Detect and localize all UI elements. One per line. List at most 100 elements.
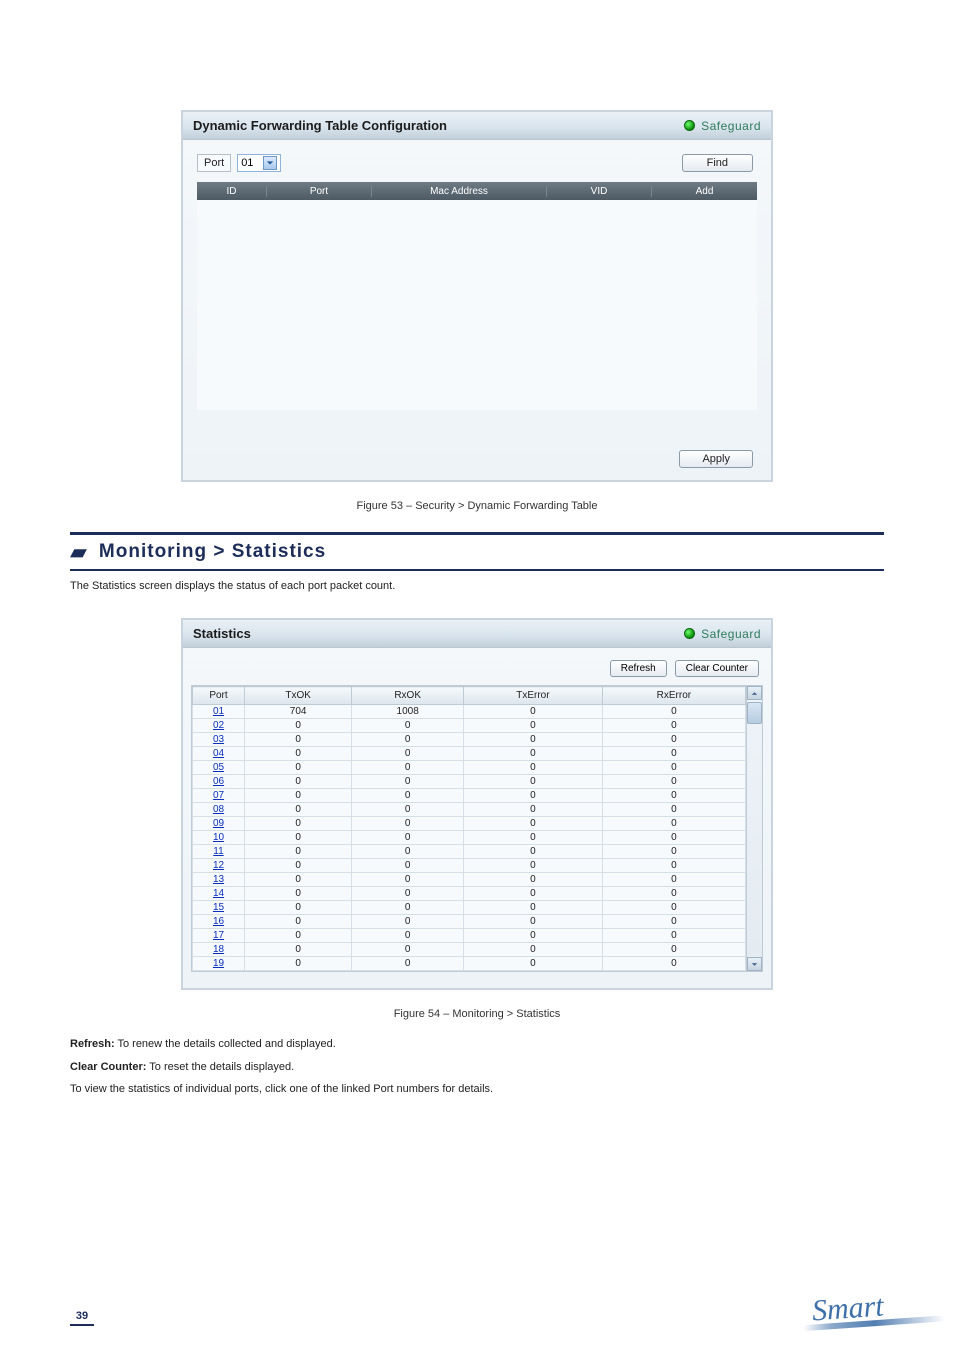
section-title: Monitoring > Statistics — [99, 541, 326, 563]
port-link[interactable]: 14 — [213, 888, 224, 899]
panel-header: Dynamic Forwarding Table Configuration S… — [183, 112, 771, 140]
cell-port[interactable]: 13 — [193, 873, 245, 887]
port-link[interactable]: 09 — [213, 818, 224, 829]
table-row: 030000 — [193, 733, 746, 747]
safeguard-dot-icon — [684, 120, 695, 131]
port-link[interactable]: 06 — [213, 776, 224, 787]
find-button[interactable]: Find — [682, 154, 753, 172]
cell-port[interactable]: 02 — [193, 719, 245, 733]
cell-txerr: 0 — [464, 915, 603, 929]
cell-txerr: 0 — [464, 845, 603, 859]
table-row: 140000 — [193, 887, 746, 901]
cell-txok: 0 — [245, 719, 352, 733]
cell-txerr: 0 — [464, 817, 603, 831]
cell-port[interactable]: 03 — [193, 733, 245, 747]
cell-txerr: 0 — [464, 705, 603, 719]
table-row: 100000 — [193, 831, 746, 845]
table-header-row: Port TxOK RxOK TxError RxError — [193, 687, 746, 705]
table-row: 170000 — [193, 929, 746, 943]
cell-rxerr: 0 — [602, 733, 745, 747]
cell-port[interactable]: 04 — [193, 747, 245, 761]
cell-rxerr: 0 — [602, 887, 745, 901]
safeguard-label: Safeguard — [701, 119, 761, 133]
col-rxok: RxOK — [352, 687, 464, 705]
scroll-thumb[interactable] — [747, 702, 762, 724]
cell-txok: 0 — [245, 943, 352, 957]
scroll-track[interactable] — [747, 700, 762, 957]
port-link[interactable]: 16 — [213, 916, 224, 927]
cell-port[interactable]: 10 — [193, 831, 245, 845]
cell-port[interactable]: 14 — [193, 887, 245, 901]
table-row: 130000 — [193, 873, 746, 887]
apply-button[interactable]: Apply — [679, 450, 753, 468]
refresh-button[interactable]: Refresh — [610, 660, 667, 677]
cell-txerr: 0 — [464, 873, 603, 887]
clear-counter-button[interactable]: Clear Counter — [675, 660, 759, 677]
cell-port[interactable]: 01 — [193, 705, 245, 719]
cell-port[interactable]: 09 — [193, 817, 245, 831]
cell-txerr: 0 — [464, 957, 603, 971]
cell-txerr: 0 — [464, 887, 603, 901]
section-divider-top — [70, 532, 884, 535]
port-link[interactable]: 18 — [213, 944, 224, 955]
port-link[interactable]: 10 — [213, 832, 224, 843]
port-link[interactable]: 19 — [213, 958, 224, 969]
table-row: 040000 — [193, 747, 746, 761]
port-link[interactable]: 12 — [213, 860, 224, 871]
port-link[interactable]: 13 — [213, 874, 224, 885]
cell-port[interactable]: 16 — [193, 915, 245, 929]
port-link[interactable]: 17 — [213, 930, 224, 941]
safeguard-dot-icon — [684, 628, 695, 639]
cell-rxerr: 0 — [602, 775, 745, 789]
cell-txerr: 0 — [464, 929, 603, 943]
cell-port[interactable]: 11 — [193, 845, 245, 859]
cell-port[interactable]: 08 — [193, 803, 245, 817]
cell-port[interactable]: 15 — [193, 901, 245, 915]
cell-txerr: 0 — [464, 943, 603, 957]
cell-rxok: 0 — [352, 719, 464, 733]
section-heading: ▰ Monitoring > Statistics — [70, 539, 884, 571]
cell-rxerr: 0 — [602, 817, 745, 831]
statistics-table: Port TxOK RxOK TxError RxError 017041008… — [192, 686, 746, 971]
cell-txok: 0 — [245, 957, 352, 971]
port-select[interactable]: 01 — [237, 154, 281, 172]
scroll-up-icon[interactable] — [747, 686, 762, 700]
port-link[interactable]: 08 — [213, 804, 224, 815]
cell-port[interactable]: 19 — [193, 957, 245, 971]
cell-port[interactable]: 18 — [193, 943, 245, 957]
table-row: 090000 — [193, 817, 746, 831]
safeguard-badge: Safeguard — [684, 627, 761, 641]
port-link[interactable]: 07 — [213, 790, 224, 801]
port-link[interactable]: 11 — [213, 846, 223, 857]
dropdown-icon[interactable] — [263, 156, 277, 170]
scroll-down-icon[interactable] — [747, 957, 762, 971]
cell-txerr: 0 — [464, 733, 603, 747]
cell-port[interactable]: 07 — [193, 789, 245, 803]
col-add: Add — [652, 186, 757, 197]
port-label: Port — [197, 154, 231, 172]
cell-port[interactable]: 17 — [193, 929, 245, 943]
cell-rxok: 0 — [352, 747, 464, 761]
cell-rxok: 1008 — [352, 705, 464, 719]
cell-txok: 0 — [245, 929, 352, 943]
cell-port[interactable]: 12 — [193, 859, 245, 873]
cell-port[interactable]: 05 — [193, 761, 245, 775]
table-row: 150000 — [193, 901, 746, 915]
figure-53-label: Figure 53 – Security > Dynamic Forwardin… — [70, 500, 884, 512]
cell-rxok: 0 — [352, 761, 464, 775]
cell-rxerr: 0 — [602, 943, 745, 957]
cell-txok: 0 — [245, 803, 352, 817]
scrollbar[interactable] — [746, 686, 762, 971]
port-link[interactable]: 03 — [213, 734, 224, 745]
port-link[interactable]: 05 — [213, 762, 224, 773]
port-link[interactable]: 01 — [213, 706, 224, 717]
cell-port[interactable]: 06 — [193, 775, 245, 789]
col-id: ID — [197, 186, 267, 197]
port-link[interactable]: 02 — [213, 720, 224, 731]
cell-txok: 0 — [245, 733, 352, 747]
col-port: Port — [267, 186, 372, 197]
cell-txok: 704 — [245, 705, 352, 719]
port-link[interactable]: 04 — [213, 748, 224, 759]
safeguard-badge: Safeguard — [684, 119, 761, 133]
port-link[interactable]: 15 — [213, 902, 224, 913]
